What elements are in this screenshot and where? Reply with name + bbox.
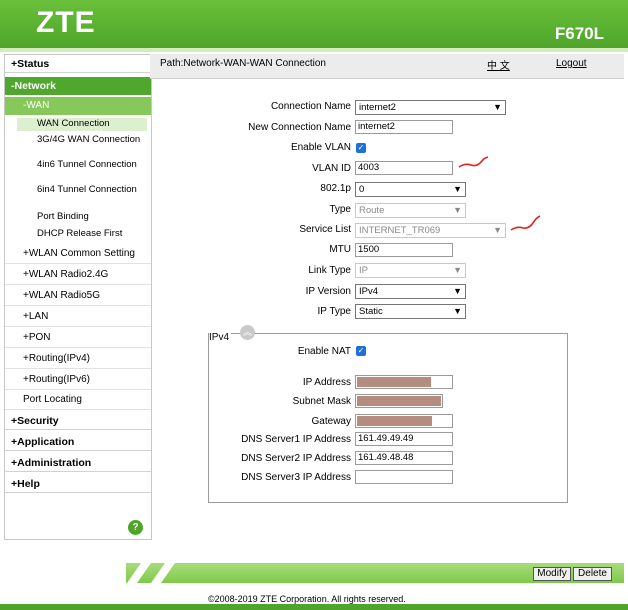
header-bar: ZTE F670L: [0, 0, 628, 48]
new-connection-name-input[interactable]: internet2: [355, 120, 453, 134]
enable-nat-checkbox[interactable]: ✓: [356, 346, 366, 356]
mtu-input[interactable]: 1500: [355, 243, 453, 257]
copyright: ©2008-2019 ZTE Corporation. All rights r…: [208, 594, 406, 604]
chevron-down-icon: ▼: [493, 225, 502, 235]
redaction-mark: [357, 377, 431, 387]
ip-type-label: IP Type: [317, 306, 351, 317]
subnet-mask-label: Subnet Mask: [292, 396, 351, 407]
chevron-down-icon: ▼: [453, 306, 462, 316]
enable-nat-label: Enable NAT: [297, 346, 351, 357]
menu-status[interactable]: +Status: [5, 55, 151, 73]
menu-wan[interactable]: -WAN: [5, 97, 151, 115]
dns3-label: DNS Server3 IP Address: [241, 472, 351, 483]
connection-name-select[interactable]: internet2 ▼: [355, 100, 506, 115]
menu-4in6-tunnel[interactable]: 4in6 Tunnel Connection: [37, 159, 149, 172]
8021p-label: 802.1p: [320, 183, 351, 194]
enable-vlan-label: Enable VLAN: [290, 142, 351, 153]
help-icon[interactable]: ?: [128, 520, 143, 535]
collapse-icon[interactable]: ︽: [240, 325, 255, 340]
ip-version-select[interactable]: IPv4 ▼: [355, 284, 466, 299]
language-switch-link[interactable]: 中 文: [487, 57, 510, 72]
dns2-label: DNS Server2 IP Address: [241, 453, 351, 464]
modify-button[interactable]: Modify: [533, 567, 571, 581]
menu-port-binding[interactable]: Port Binding: [37, 211, 149, 224]
type-select: Route ▼: [355, 203, 466, 218]
logout-link[interactable]: Logout: [556, 58, 587, 69]
dns2-input[interactable]: 161.49.48.48: [355, 451, 453, 465]
menu-wlan-common-setting[interactable]: +WLAN Common Setting: [5, 244, 151, 264]
service-list-label: Service List: [299, 224, 351, 235]
chevron-down-icon: ▼: [453, 205, 462, 215]
header-divider: [0, 48, 628, 52]
bottom-bar: [0, 604, 628, 610]
chevron-down-icon: ▼: [453, 286, 462, 296]
chevron-down-icon: ▼: [493, 102, 502, 112]
8021p-select[interactable]: 0 ▼: [355, 182, 466, 197]
dns3-input[interactable]: [355, 470, 453, 484]
menu-lan[interactable]: +LAN: [5, 307, 151, 327]
menu-administration[interactable]: +Administration: [5, 454, 151, 472]
menu-routing-ipv6[interactable]: +Routing(IPv6): [5, 370, 151, 390]
menu-pon[interactable]: +PON: [5, 328, 151, 348]
connection-name-label: Connection Name: [270, 101, 351, 112]
redaction-mark: [357, 416, 432, 426]
menu-application[interactable]: +Application: [5, 433, 151, 451]
menu-help[interactable]: +Help: [5, 475, 151, 493]
menu-routing-ipv4[interactable]: +Routing(IPv4): [5, 349, 151, 369]
link-type-select: IP ▼: [355, 263, 466, 278]
annotation-mark: [510, 215, 541, 231]
breadcrumb: Path:Network-WAN-WAN Connection: [160, 58, 326, 69]
menu-port-locating[interactable]: Port Locating: [5, 390, 151, 410]
device-model: F670L: [554, 24, 604, 43]
menu-wan-connection[interactable]: WAN Connection: [17, 118, 147, 131]
new-connection-name-label: New Connection Name: [248, 122, 351, 133]
service-list-select: INTERNET_TR069 ▼: [355, 223, 506, 238]
path-bar: Path:Network-WAN-WAN Connection 中 文 Logo…: [150, 54, 624, 79]
ip-address-label: IP Address: [302, 377, 351, 388]
menu-6in4-tunnel[interactable]: 6in4 Tunnel Connection: [37, 184, 149, 197]
mtu-label: MTU: [329, 244, 351, 255]
zte-logo: ZTE: [36, 6, 96, 39]
ipv4-legend: IPv4: [209, 332, 232, 343]
dns1-input[interactable]: 161.49.49.49: [355, 432, 453, 446]
menu-wlan-radio-24g[interactable]: +WLAN Radio2.4G: [5, 265, 151, 285]
sidebar-menu: +Status -Network -WAN WAN Connection 3G/…: [4, 54, 152, 540]
menu-3g4g-wan-connection[interactable]: 3G/4G WAN Connection: [37, 134, 149, 147]
vlan-id-input[interactable]: 4003: [355, 161, 453, 175]
dns1-label: DNS Server1 IP Address: [241, 434, 351, 445]
chevron-down-icon: ▼: [453, 265, 462, 275]
chevron-down-icon: ▼: [453, 184, 462, 194]
delete-button[interactable]: Delete: [573, 567, 612, 581]
gateway-label: Gateway: [311, 416, 351, 427]
vlan-id-label: VLAN ID: [312, 163, 351, 174]
menu-wlan-radio-5g[interactable]: +WLAN Radio5G: [5, 286, 151, 306]
type-label: Type: [329, 204, 351, 215]
menu-network[interactable]: -Network: [5, 77, 151, 95]
enable-vlan-checkbox[interactable]: ✓: [356, 143, 366, 153]
menu-security[interactable]: +Security: [5, 412, 151, 430]
menu-dhcp-release-first[interactable]: DHCP Release First: [37, 228, 149, 241]
annotation-mark: [458, 156, 489, 168]
redaction-mark: [357, 396, 441, 406]
ip-type-select[interactable]: Static ▼: [355, 304, 466, 319]
link-type-label: Link Type: [308, 265, 351, 276]
ip-version-label: IP Version: [305, 286, 351, 297]
